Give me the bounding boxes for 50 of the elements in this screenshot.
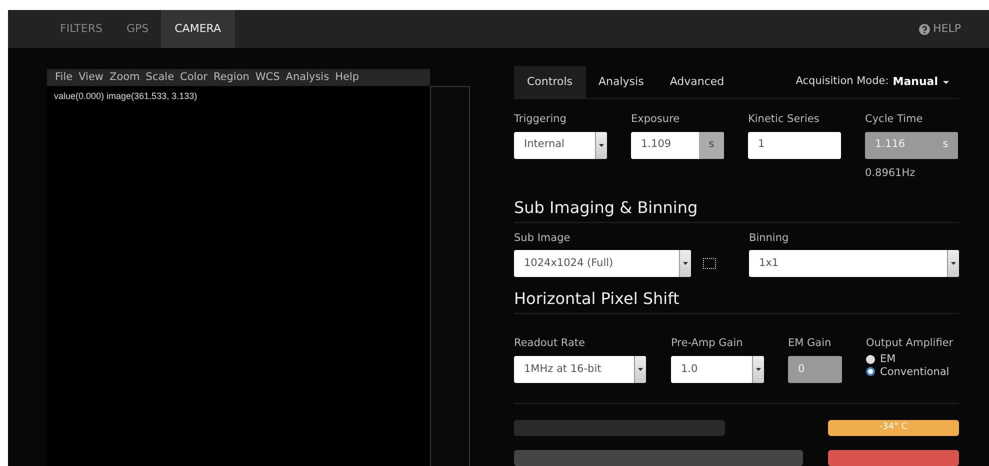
- caret-icon: [756, 368, 761, 371]
- panel-tab[interactable]: Controls: [514, 66, 586, 98]
- select-field[interactable]: 1024x1024 (Full): [514, 250, 691, 278]
- section-heading: Horizontal Pixel Shift: [514, 287, 959, 314]
- panel-tab[interactable]: Analysis: [586, 66, 657, 98]
- field-label: Kinetic Series: [748, 112, 820, 127]
- panel-tab[interactable]: Advanced: [656, 66, 738, 98]
- caret-icon: [951, 262, 956, 266]
- radio-option[interactable]: EM: [866, 353, 896, 366]
- field-label: Output Amplifier: [866, 336, 954, 352]
- nav-tab[interactable]: CAMERA: [160, 10, 235, 48]
- field-label: EM Gain: [788, 336, 832, 352]
- menu-item[interactable]: Zoom: [110, 70, 140, 86]
- field-label: Cycle Time: [865, 112, 924, 127]
- caret-icon: [599, 144, 604, 147]
- select-field[interactable]: 1MHz at 16-bit: [514, 356, 646, 383]
- mode-dropdown[interactable]: Manual: [892, 74, 949, 90]
- help-icon: [919, 24, 930, 34]
- coordinate-readout: value(0.000) image(361.533, 3.133): [54, 91, 198, 101]
- menu-item[interactable]: Analysis: [286, 70, 330, 86]
- radio-option[interactable]: Conventional: [866, 366, 950, 378]
- select-field[interactable]: 1x1: [749, 250, 959, 278]
- nav-tab[interactable]: FILTERS: [48, 10, 114, 48]
- menu-item[interactable]: Help: [335, 70, 360, 86]
- menu-item[interactable]: Scale: [146, 70, 174, 86]
- status-badge: -34° C: [828, 420, 959, 436]
- help-link[interactable]: HELP: [919, 10, 961, 48]
- caret-icon: [943, 80, 949, 84]
- nav-tab[interactable]: GPS: [114, 10, 161, 48]
- menu-item[interactable]: View: [78, 70, 104, 86]
- menu-item[interactable]: File: [55, 70, 73, 86]
- select-field[interactable]: 1.0: [671, 356, 764, 383]
- frequency-readout: 0.8961Hz: [865, 166, 916, 181]
- input-field[interactable]: 1: [748, 132, 841, 159]
- select-field[interactable]: Internal: [514, 132, 607, 159]
- field-label: Readout Rate: [514, 336, 586, 352]
- field-label: Exposure: [631, 112, 681, 127]
- field-label: Pre-Amp Gain: [671, 336, 744, 352]
- caret-icon: [638, 368, 643, 371]
- section-heading: Sub Imaging & Binning: [514, 196, 959, 222]
- menu-item[interactable]: Color: [180, 70, 208, 86]
- caret-icon: [683, 262, 688, 266]
- field-label: Sub Image: [514, 230, 572, 246]
- menu-item[interactable]: WCS: [255, 70, 280, 86]
- field-label: Triggering: [514, 112, 568, 127]
- input-field[interactable]: 1.109 s: [631, 132, 724, 159]
- field-label: Binning: [749, 230, 790, 246]
- region-select-icon[interactable]: [703, 258, 716, 270]
- menu-item[interactable]: Region: [213, 70, 250, 86]
- mode-label: Acquisition Mode:: [796, 74, 889, 90]
